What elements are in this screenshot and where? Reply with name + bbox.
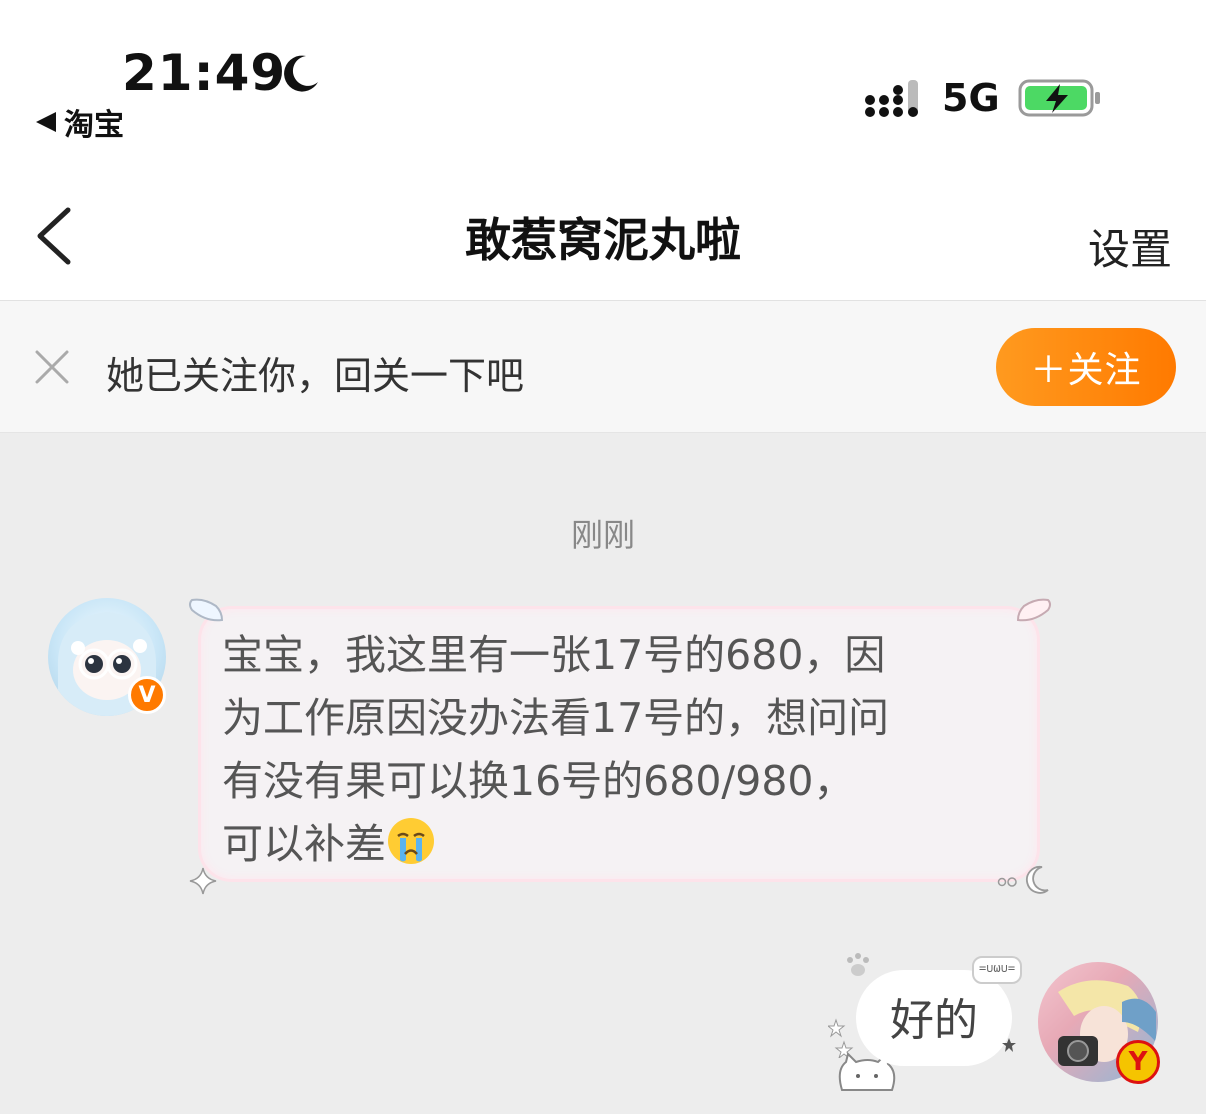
message-timestamp: 刚刚: [570, 516, 635, 554]
close-icon[interactable]: [34, 349, 70, 385]
message-text-outgoing: 好的: [890, 995, 978, 1046]
wing-left-icon: [189, 598, 224, 622]
nav-bar: 敢惹窝泥丸啦 设置: [0, 160, 1206, 301]
message-line: 为工作原因没办法看17号的，想问问: [222, 694, 890, 742]
message-text-incoming: 宝宝，我这里有一张17号的680，因 为工作原因没办法看17号的，想问问 有没有…: [222, 624, 1022, 876]
wing-right-icon: [1016, 598, 1051, 622]
status-time: 21:49: [122, 44, 287, 102]
follow-button[interactable]: ＋关注: [996, 328, 1176, 406]
network-type: 5G: [942, 76, 1000, 120]
follow-banner-text: 她已关注你，回关一下吧: [106, 354, 525, 398]
back-app-label: 淘宝: [64, 108, 124, 143]
message-line-last: 可以补差: [222, 813, 1022, 876]
signal-icon: [865, 80, 918, 117]
vip-badge: Y: [1116, 1040, 1160, 1084]
verified-badge: V: [128, 676, 166, 714]
battery-charging-icon: [1018, 79, 1100, 117]
moon-icon: [284, 55, 318, 92]
paw-print-icon: [847, 953, 869, 976]
kaomoji-sticker: =∪ω∪=: [972, 956, 1022, 984]
page-title: 敢惹窝泥丸啦: [465, 213, 741, 267]
status-bar: 21:49 淘宝 5G: [0, 0, 1206, 160]
sparkle-icon: [189, 867, 217, 895]
back-to-app-link[interactable]: 淘宝: [36, 100, 124, 144]
message-line: 宝宝，我这里有一张17号的680，因: [222, 631, 886, 679]
back-triangle-icon: [36, 112, 56, 132]
small-star-icon: [1002, 1038, 1016, 1052]
crying-face-icon: [388, 818, 434, 864]
message-line: 可以补差: [222, 820, 386, 868]
follow-banner: 她已关注你，回关一下吧 ＋关注: [0, 301, 1206, 433]
message-line: 有没有果可以换16号的680/980，: [222, 757, 855, 805]
settings-button[interactable]: 设置: [1088, 216, 1172, 277]
